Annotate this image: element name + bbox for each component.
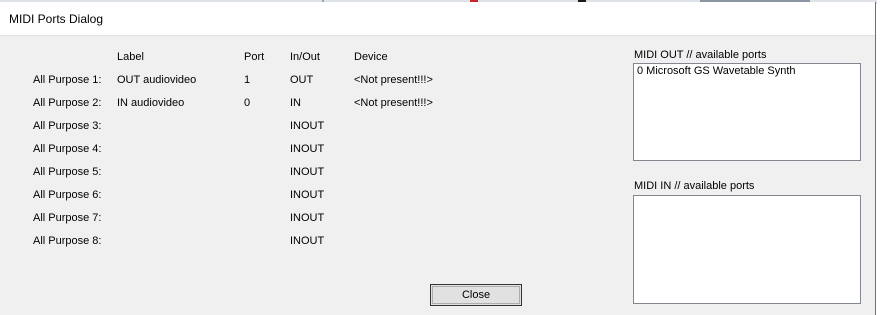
midi-in-port-list[interactable]	[633, 195, 861, 304]
row-inout: INOUT	[290, 235, 325, 247]
row-name: All Purpose 2:	[33, 97, 102, 109]
row-name: All Purpose 7:	[33, 212, 102, 224]
row-inout: INOUT	[290, 166, 325, 178]
row-inout: INOUT	[290, 212, 325, 224]
row-port: 0	[244, 97, 251, 109]
row-device: <Not present!!!>	[354, 97, 433, 109]
row-name: All Purpose 3:	[33, 120, 102, 132]
dialog-title: MIDI Ports Dialog	[9, 12, 104, 26]
midi-out-heading: MIDI OUT // available ports	[634, 49, 767, 61]
row-port: 1	[244, 74, 251, 86]
row-inout: INOUT	[290, 143, 325, 155]
row-name: All Purpose 6:	[33, 189, 102, 201]
row-name: All Purpose 4:	[33, 143, 102, 155]
row-label: OUT audiovideo	[117, 74, 197, 86]
row-name: All Purpose 8:	[33, 235, 102, 247]
row-name: All Purpose 5:	[33, 166, 102, 178]
header-label: Label	[117, 51, 144, 63]
header-device: Device	[354, 51, 388, 63]
row-inout: INOUT	[290, 120, 325, 132]
row-inout: OUT	[290, 74, 314, 86]
midi-out-port-item[interactable]: 0 Microsoft GS Wavetable Synth	[637, 65, 796, 78]
right-edge	[877, 0, 888, 315]
header-inout: In/Out	[290, 51, 320, 63]
header-port: Port	[244, 51, 265, 63]
title-bar[interactable]: MIDI Ports Dialog	[0, 2, 875, 36]
row-name: All Purpose 1:	[33, 74, 102, 86]
midi-ports-dialog: MIDI Ports Dialog Label Port In/Out Devi…	[0, 2, 876, 315]
row-label: IN audiovideo	[117, 97, 185, 109]
midi-out-port-list[interactable]: 0 Microsoft GS Wavetable Synth	[633, 63, 861, 161]
row-device: <Not present!!!>	[354, 74, 433, 86]
row-inout: INOUT	[290, 189, 325, 201]
midi-in-heading: MIDI IN // available ports	[634, 180, 755, 192]
row-inout: IN	[290, 97, 301, 109]
close-button[interactable]: Close	[430, 284, 522, 306]
